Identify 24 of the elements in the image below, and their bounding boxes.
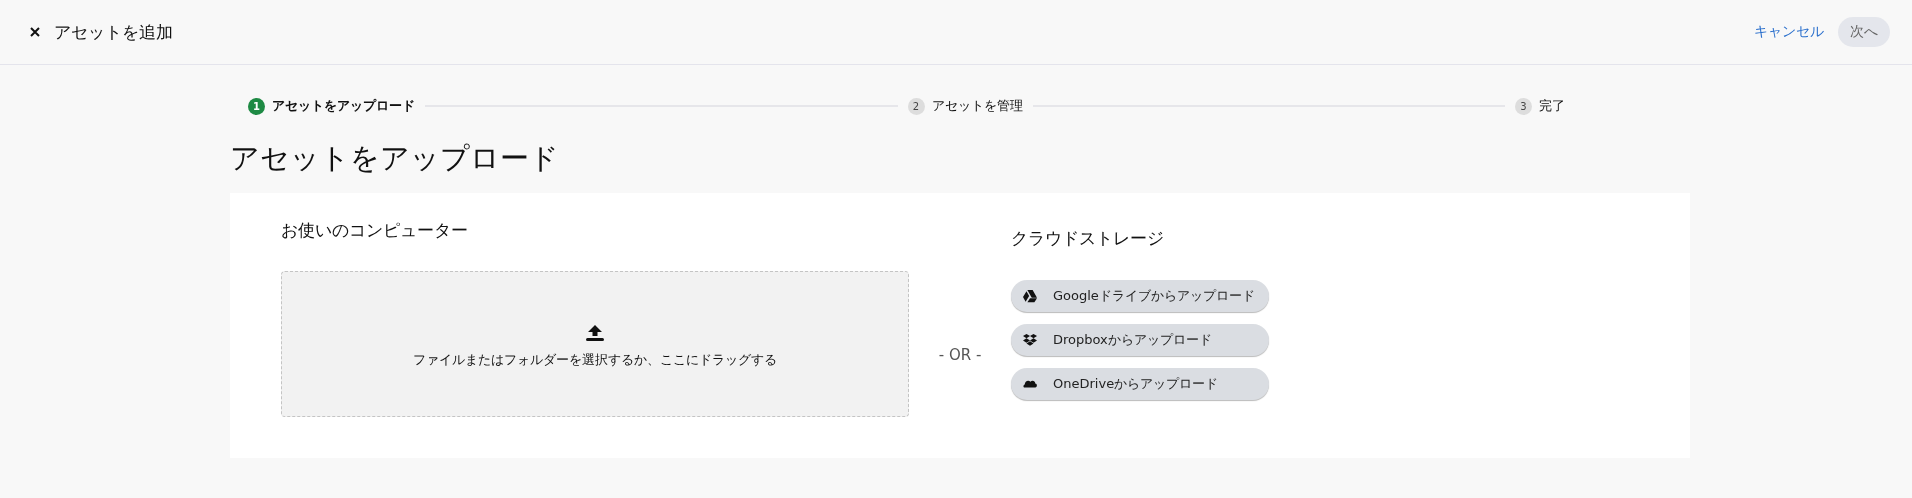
step-label: 完了 [1539, 97, 1565, 115]
step-number-badge: 1 [248, 97, 265, 115]
section-title: お使いのコンピューター [281, 220, 469, 242]
or-separator: - OR - [938, 346, 982, 366]
step-number-badge: 2 [907, 97, 925, 115]
step[interactable]: 1 アセットをアップロード [248, 97, 415, 115]
dropbox-icon [1023, 333, 1037, 347]
upload-source-button[interactable]: Googleドライブからアップロード [1011, 280, 1269, 312]
step[interactable]: 2 アセットを管理 [907, 97, 1023, 115]
step-label: アセットをアップロード [272, 97, 415, 115]
upload-icon [585, 323, 605, 342]
step-number-badge: 3 [1515, 97, 1532, 115]
cancel-link[interactable]: キャンセル [1754, 23, 1824, 41]
upload-source-button[interactable]: Dropboxからアップロード [1011, 324, 1269, 356]
drop-zone-text: ファイルまたはフォルダーを選択するか、ここにドラッグする [413, 351, 777, 369]
upload-source-button[interactable]: OneDriveからアップロード [1011, 368, 1269, 400]
step[interactable]: 3 完了 [1515, 97, 1565, 115]
drop-zone[interactable]: ファイルまたはフォルダーを選択するか、ここにドラッグする [281, 271, 909, 417]
drive-icon [1023, 289, 1037, 303]
page-title: アセットを追加 [54, 20, 173, 44]
section-title: クラウドストレージ [1011, 228, 1165, 250]
close-icon[interactable] [30, 27, 40, 37]
step-label: アセットを管理 [931, 97, 1023, 115]
page-heading: アセットをアップロード [230, 140, 560, 177]
